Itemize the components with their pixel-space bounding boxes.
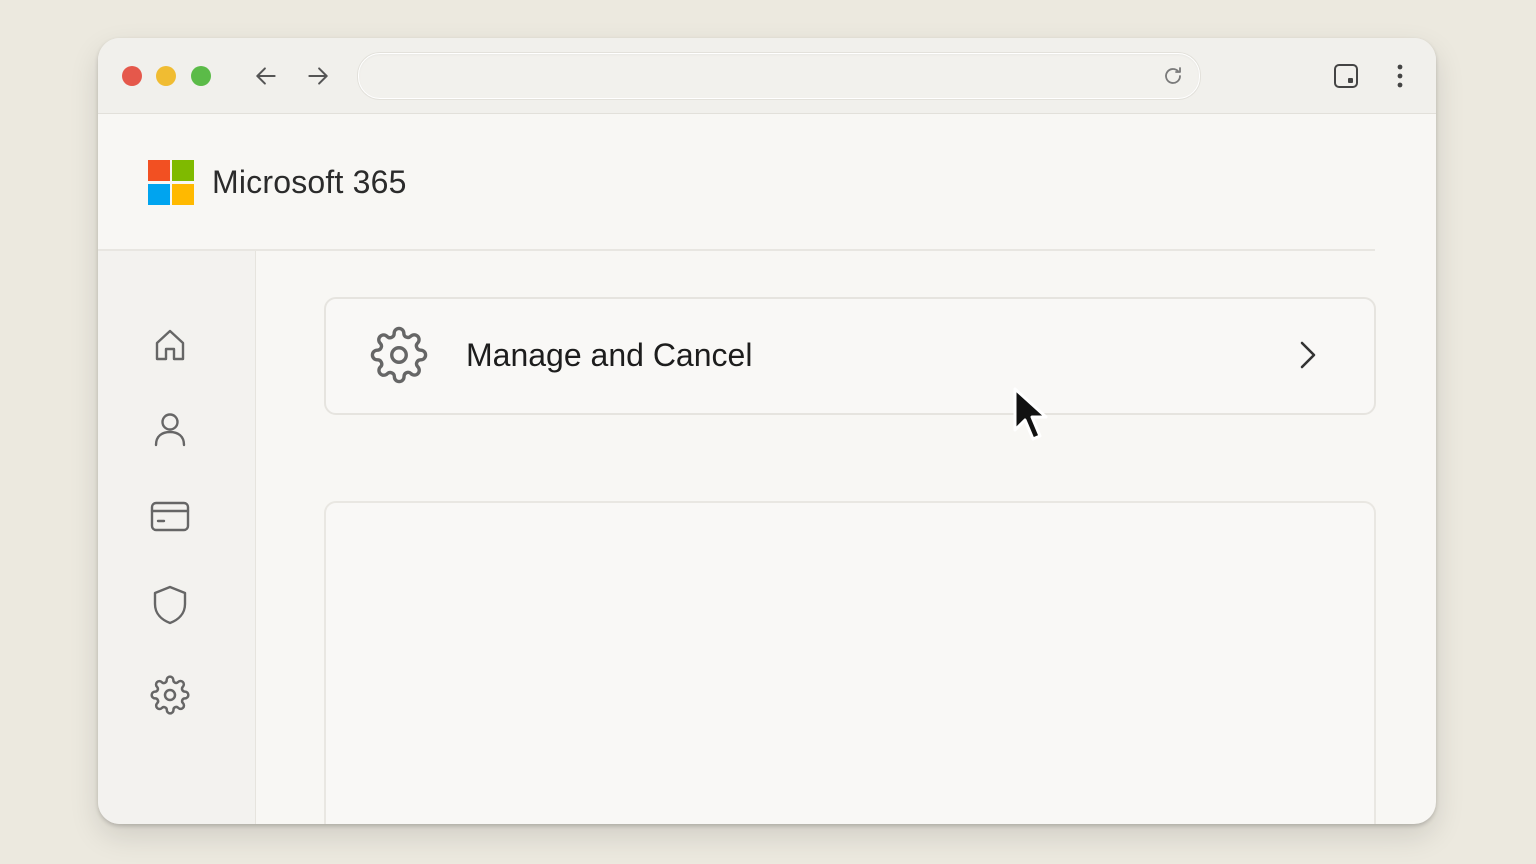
back-button[interactable] (250, 60, 282, 92)
gear-icon (370, 326, 428, 384)
forward-button[interactable] (302, 60, 334, 92)
nav-rail-security[interactable] (146, 581, 194, 629)
close-window-button[interactable] (122, 66, 142, 86)
browser-menu-button[interactable] (1384, 60, 1416, 92)
nav-rail-billing[interactable] (146, 492, 194, 540)
logo-square-yellow (172, 184, 194, 205)
app-title: Microsoft 365 (212, 164, 407, 200)
reload-icon (1165, 67, 1181, 84)
minimize-window-button[interactable] (156, 66, 176, 86)
sidebar-toggle-button[interactable] (1330, 60, 1362, 92)
credit-card-icon (150, 501, 190, 532)
logo-square-red (148, 160, 170, 181)
content-panel (324, 501, 1376, 824)
nav-rail (98, 251, 256, 824)
gear-icon (150, 675, 190, 715)
nav-rail-home[interactable] (146, 321, 194, 369)
shield-icon (153, 585, 187, 625)
manage-and-cancel-card[interactable]: Manage and Cancel (324, 297, 1376, 415)
chevron-right-icon (1300, 341, 1316, 369)
microsoft-logo (148, 160, 196, 206)
arrow-right-icon (308, 67, 328, 85)
address-bar[interactable] (358, 53, 1200, 100)
nav-rail-settings[interactable] (146, 671, 194, 719)
sidebar-toggle-icon (1334, 64, 1358, 88)
main-content: Manage and Cancel (256, 251, 1436, 824)
logo-square-blue (148, 184, 170, 205)
address-input[interactable] (381, 54, 1145, 100)
arrow-left-icon (256, 67, 276, 85)
nav-rail-account[interactable] (146, 405, 194, 453)
user-icon (154, 413, 186, 447)
maximize-window-button[interactable] (191, 66, 211, 86)
logo-square-green (172, 160, 194, 181)
browser-toolbar (98, 38, 1436, 114)
more-vertical-icon (1397, 64, 1403, 88)
app-header: Microsoft 365 (98, 114, 1436, 250)
manage-and-cancel-label: Manage and Cancel (466, 337, 753, 373)
reload-button[interactable] (1159, 62, 1187, 90)
home-icon (155, 329, 185, 361)
browser-window: Microsoft 365 Manage and Cancel (98, 38, 1436, 824)
